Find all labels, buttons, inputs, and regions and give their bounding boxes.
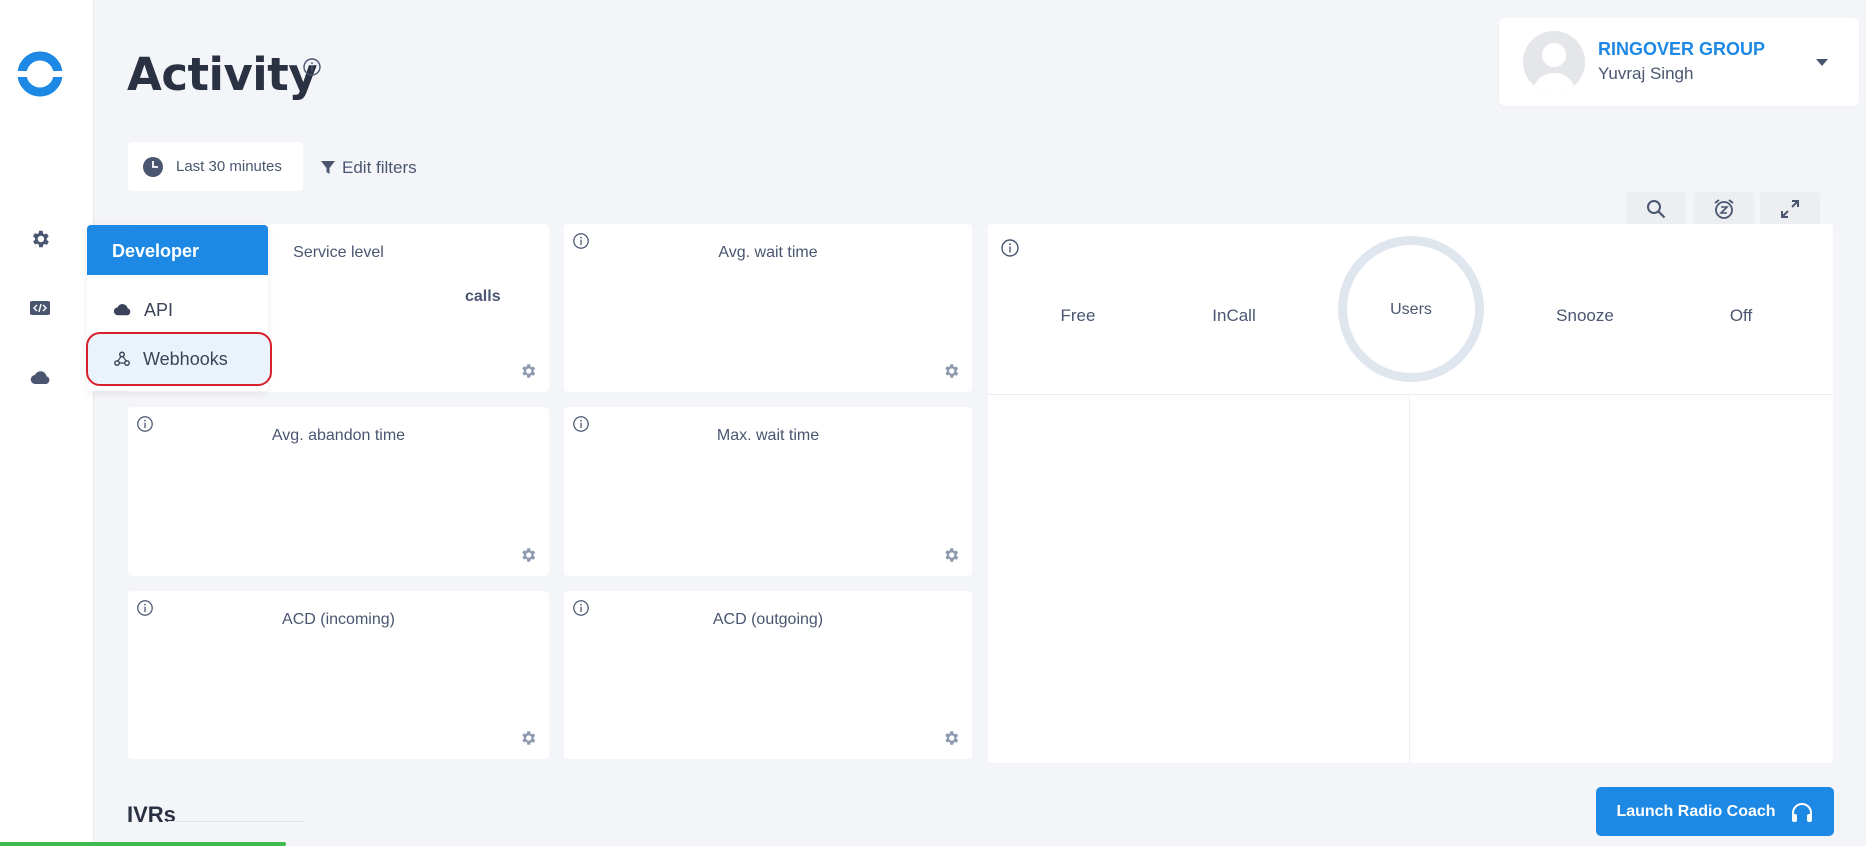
gear-icon[interactable] [942,362,960,380]
status-free[interactable]: Free [1018,306,1138,326]
gear-icon[interactable] [942,729,960,747]
gear-icon[interactable] [519,362,537,380]
menu-item-api[interactable]: API [87,288,268,332]
edit-filters-label: Edit filters [342,158,417,177]
loading-progress-bar [0,842,286,846]
cloud-icon [113,304,131,316]
account-company: RINGOVER GROUP [1598,39,1766,59]
info-icon[interactable] [1000,238,1020,258]
menu-item-label: API [144,299,174,320]
filter-icon [321,161,335,174]
search-button[interactable] [1626,192,1686,225]
divider [168,821,304,822]
max-wait-time-card: Max. wait time [564,407,972,576]
account-user-name: Yuvraj Singh [1598,64,1694,83]
card-title: ACD (outgoing) [712,611,824,628]
webhook-icon [114,351,130,367]
users-ring: Users [1338,236,1484,382]
card-title: Max. wait time [716,427,820,444]
gear-icon[interactable] [519,546,537,564]
menu-item-webhooks[interactable]: Webhooks [86,332,272,386]
card-title: ACD (incoming) [282,611,395,628]
calls-label: calls [465,288,501,305]
section-title-ivrs: IVRs [127,802,176,827]
edit-filters-button[interactable]: Edit filters [320,158,417,178]
users-label: Users [1390,301,1432,318]
avg-wait-time-card: Avg. wait time [564,224,972,392]
divider [988,394,1833,395]
chevron-down-icon[interactable] [1814,54,1830,70]
status-incall[interactable]: InCall [1174,306,1294,326]
ringover-logo-icon[interactable] [16,50,64,98]
search-icon [1647,199,1666,218]
headphones-icon [1791,802,1812,822]
developer-code-icon[interactable] [28,296,52,320]
fullscreen-button[interactable] [1760,192,1820,225]
time-range-label: Last 30 minutes [176,158,282,175]
acd-incoming-card: ACD (incoming) [128,591,549,759]
clock-icon [143,156,163,177]
menu-item-label: Webhooks [143,348,228,369]
time-range-selector[interactable]: Last 30 minutes [128,142,303,191]
snooze-button[interactable] [1694,192,1754,225]
gear-icon[interactable] [942,546,960,564]
users-status-panel: Free InCall Users Snooze Off [988,224,1833,763]
snooze-alarm-icon [1714,198,1734,219]
card-title: Avg. wait time [718,244,818,261]
settings-gear-icon[interactable] [28,227,52,251]
sidebar [0,0,94,846]
divider [1409,394,1410,763]
cloud-icon[interactable] [28,366,52,390]
card-title: Avg. abandon time [271,427,406,444]
status-off[interactable]: Off [1681,306,1801,326]
coach-button-label: Launch Radio Coach [1616,802,1776,820]
status-snooze[interactable]: Snooze [1525,306,1645,326]
gear-icon[interactable] [519,729,537,747]
info-icon[interactable] [302,57,322,77]
avg-abandon-time-card: Avg. abandon time [128,407,549,576]
launch-radio-coach-button[interactable]: Launch Radio Coach [1596,787,1834,836]
avatar [1523,31,1585,93]
acd-outgoing-card: ACD (outgoing) [564,591,972,759]
expand-icon [1781,199,1799,218]
page-title: Activity [127,48,318,101]
developer-menu-header: Developer [87,225,268,275]
account-switcher[interactable]: RINGOVER GROUP Yuvraj Singh [1499,18,1859,106]
